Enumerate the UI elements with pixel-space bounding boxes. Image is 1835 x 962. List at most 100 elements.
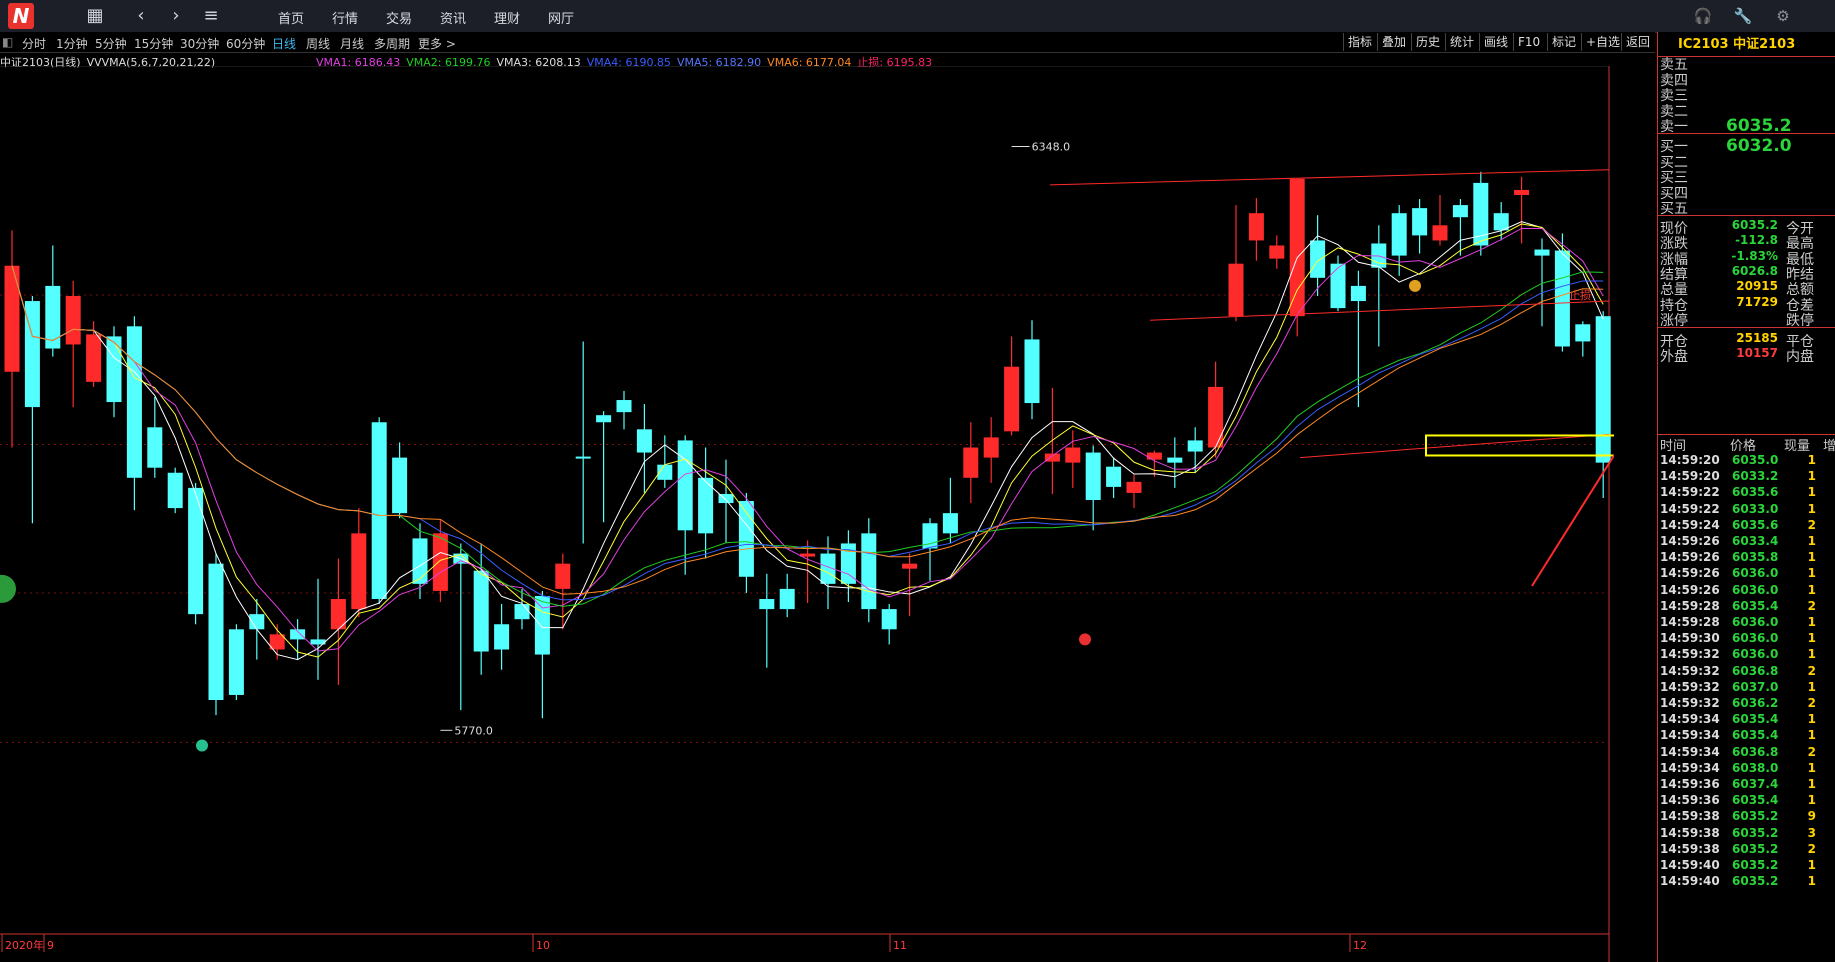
- sell-level[interactable]: 卖二: [1658, 101, 1835, 120]
- sell-level[interactable]: 卖一 6035.2: [1658, 116, 1835, 136]
- tick-volume: 1: [1807, 647, 1816, 662]
- tick-volume: 1: [1807, 631, 1816, 646]
- candle-body: [861, 533, 877, 610]
- candle-body: [1534, 249, 1550, 256]
- tick-price: 6035.2: [1732, 858, 1779, 872]
- candle-body: [126, 326, 142, 478]
- tick-volume: 3: [1807, 825, 1816, 840]
- tick-time: 14:59:40: [1660, 858, 1720, 872]
- candle-body: [1391, 213, 1407, 256]
- buy-signal-icon: [1079, 633, 1091, 646]
- nav-trade[interactable]: 交易: [386, 8, 412, 27]
- wrench-icon[interactable]: 🔧: [1733, 6, 1753, 26]
- tick-volume: 2: [1807, 696, 1816, 710]
- collapse-icon[interactable]: ◧: [2, 35, 13, 49]
- tool-history[interactable]: 历史: [1411, 33, 1444, 51]
- candle-body: [1085, 452, 1101, 501]
- tick-volume: 1: [1807, 615, 1816, 629]
- candle-body: [167, 472, 183, 509]
- back-icon[interactable]: ‹: [130, 5, 152, 27]
- tool-draw[interactable]: 画线: [1479, 33, 1512, 51]
- tick-time: 14:59:38: [1660, 841, 1720, 856]
- tick-price: 6033.2: [1732, 469, 1779, 484]
- period-tab[interactable]: 15分钟: [134, 35, 173, 52]
- tick-time: 14:59:20: [1660, 453, 1720, 467]
- tick-time: 14:59:24: [1660, 517, 1720, 532]
- period-tab[interactable]: 30分钟: [180, 35, 219, 52]
- divider: [1658, 133, 1835, 134]
- tick-price: 6035.4: [1732, 598, 1779, 613]
- candle-body: [1126, 481, 1142, 493]
- candle-body: [1208, 386, 1224, 448]
- candle-body: [534, 595, 550, 655]
- quote-value: -1.83%: [1731, 248, 1778, 263]
- candle-body: [147, 427, 163, 468]
- candle-body: [1350, 285, 1366, 302]
- period-more[interactable]: 更多 >: [418, 35, 456, 52]
- candle-body: [1514, 189, 1530, 195]
- buy-level[interactable]: 买四: [1658, 183, 1835, 202]
- period-tab[interactable]: 多周期: [374, 35, 410, 52]
- candlestick-chart[interactable]: 62016053590657586348.05770.0止损6035.25603…: [0, 66, 1614, 962]
- sell-level[interactable]: 卖四: [1658, 70, 1835, 89]
- gear-icon[interactable]: ⚙: [1773, 6, 1793, 26]
- tick-volume: 1: [1807, 501, 1816, 516]
- period-tab[interactable]: 分时: [22, 35, 46, 52]
- tick-price: 6035.2: [1732, 874, 1779, 889]
- nav-online-hall[interactable]: 网厅: [548, 8, 574, 27]
- sell-level[interactable]: 卖三: [1658, 85, 1835, 104]
- period-tab[interactable]: 周线: [306, 35, 330, 52]
- buy-level[interactable]: 买三: [1658, 167, 1835, 186]
- tick-volume: 1: [1807, 760, 1816, 775]
- nav-home[interactable]: 首页: [278, 8, 304, 27]
- tool-back[interactable]: 返回: [1621, 33, 1654, 51]
- app-logo[interactable]: N: [8, 3, 34, 29]
- nav-finance[interactable]: 理财: [494, 8, 520, 27]
- period-tab[interactable]: 月线: [340, 35, 364, 52]
- tool-f10[interactable]: F10: [1513, 33, 1544, 51]
- candle-body: [86, 334, 102, 382]
- tick-volume: 1: [1807, 728, 1816, 743]
- candle-body: [963, 447, 979, 478]
- buy-level[interactable]: 买一 6032.0: [1658, 136, 1835, 156]
- tick-price: 6035.2: [1732, 841, 1779, 856]
- candle-body: [1575, 324, 1591, 342]
- candle-body: [392, 457, 408, 514]
- tool-stats[interactable]: 统计: [1445, 33, 1478, 51]
- candle-body: [575, 456, 591, 459]
- tick-price: 6037.4: [1732, 777, 1779, 791]
- quote-label: 内盘: [1786, 349, 1814, 366]
- tick-volume: 1: [1807, 453, 1816, 467]
- tool-mark[interactable]: 标记: [1547, 33, 1580, 51]
- candle-body: [4, 265, 20, 372]
- tool-overlay[interactable]: 叠加: [1377, 33, 1410, 51]
- candle-body: [1412, 208, 1428, 236]
- buy-level[interactable]: 买五: [1658, 198, 1835, 217]
- tool-indicator[interactable]: 指标: [1343, 33, 1376, 51]
- period-tab[interactable]: 1分钟: [56, 35, 88, 52]
- tick-price: 6033.0: [1732, 501, 1779, 516]
- headset-icon[interactable]: 🎧: [1693, 6, 1713, 26]
- tick-volume: 1: [1807, 858, 1816, 872]
- tick-price: 6036.0: [1732, 615, 1779, 629]
- sell-level[interactable]: 卖五: [1658, 54, 1835, 73]
- candle-body: [371, 422, 387, 599]
- period-tab[interactable]: 60分钟: [226, 35, 265, 52]
- tick-time: 14:59:26: [1660, 534, 1720, 548]
- period-tab-active[interactable]: 日线: [272, 35, 296, 52]
- forward-icon[interactable]: ›: [165, 5, 187, 27]
- trend-line: [1299, 433, 1610, 459]
- tick-price: 6033.4: [1732, 534, 1779, 548]
- nav-market[interactable]: 行情: [332, 8, 358, 27]
- period-tab[interactable]: 5分钟: [95, 35, 127, 52]
- tick-time: 14:59:38: [1660, 809, 1720, 824]
- buy-level[interactable]: 买二: [1658, 152, 1835, 171]
- candle-body: [1330, 263, 1346, 309]
- candle-body: [1024, 339, 1040, 404]
- nav-news[interactable]: 资讯: [440, 8, 466, 27]
- menu-icon[interactable]: ≡: [200, 5, 222, 27]
- tick-head-price: 价格: [1730, 439, 1757, 454]
- grid-icon[interactable]: ▦: [84, 5, 106, 27]
- high-annotation: 6348.0: [1032, 141, 1071, 154]
- tool-add-watchlist[interactable]: +自选: [1581, 33, 1624, 51]
